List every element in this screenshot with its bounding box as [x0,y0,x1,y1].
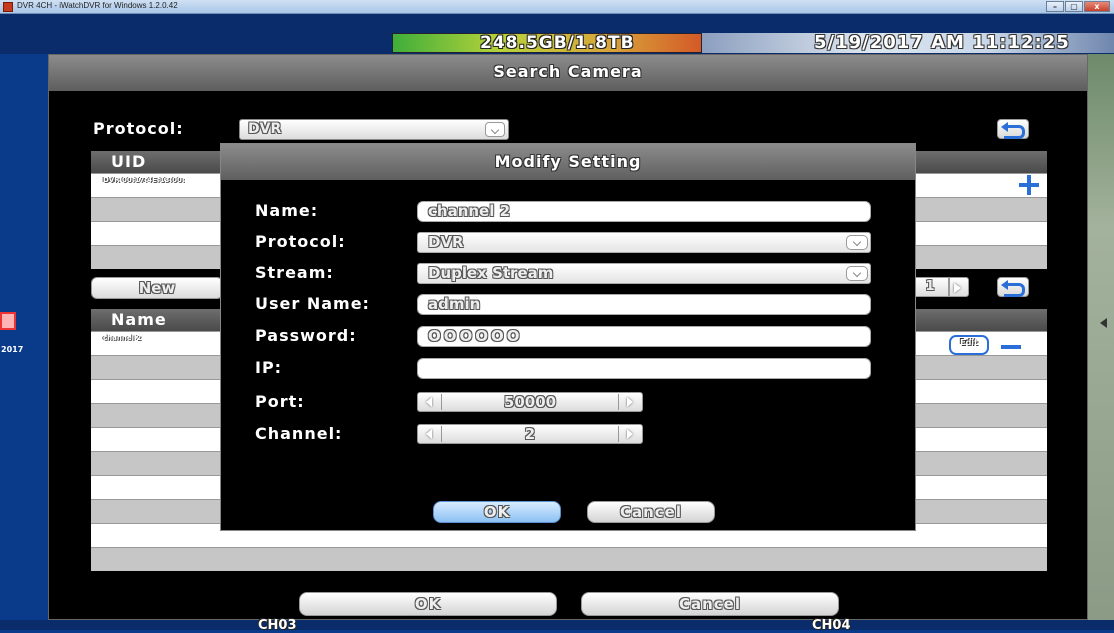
edit-button[interactable]: Edit [949,335,989,355]
channel-label-ch03: CH03 [258,618,297,633]
back-button-2[interactable] [997,277,1029,297]
password-label: Password: [255,326,357,345]
ip-input[interactable] [417,358,871,379]
search-camera-header: Search Camera [49,55,1087,91]
maximize-button[interactable]: ▢ [1065,1,1083,12]
stream-select[interactable]: Duplex Stream [417,263,871,284]
search-camera-title: Search Camera [493,62,643,81]
name-cell: channel 2 [103,334,142,342]
modify-setting-title: Modify Setting [494,152,642,171]
port-stepper[interactable]: 50000 [417,392,643,412]
chevron-down-icon [846,266,868,281]
protocol-select-value: DVR [428,233,464,251]
port-label: Port: [255,392,305,411]
username-label: User Name: [255,294,370,313]
clock-display: 5/19/2017 AM 11:12:25 [814,32,1070,53]
cancel-button[interactable]: Cancel [587,501,715,523]
pager: 1 [911,277,969,297]
hdd-usage-text: 248.5GB/1.8TB [480,33,635,53]
protocol-label: Protocol: [255,232,346,251]
new-button[interactable]: New [91,277,223,299]
next-page-button[interactable] [949,277,969,297]
ip-label: IP: [255,358,283,377]
username-input[interactable]: admin [417,294,871,315]
protocol-select[interactable]: DVR [417,232,871,253]
table-row[interactable] [91,547,1047,571]
minimize-button[interactable]: – [1046,1,1064,12]
protocol-select[interactable]: DVR [239,119,509,140]
channel-value: 2 [524,425,536,443]
left-panel [0,54,48,630]
increment-icon[interactable] [618,394,642,410]
stream-label: Stream: [255,263,334,282]
port-value: 50000 [503,393,557,411]
left-date-label: 2017 [1,345,24,354]
chevron-down-icon [846,235,868,250]
uid-cell: DVR 00:17:4E:13:00: [103,176,185,184]
password-input[interactable]: OOOOOO [417,326,871,347]
stream-select-value: Duplex Stream [428,264,554,282]
increment-icon[interactable] [618,426,642,442]
add-icon[interactable] [1019,175,1039,195]
chevron-down-icon [485,122,505,137]
camera-icon[interactable] [0,312,16,330]
back-button[interactable] [997,119,1029,139]
cancel-button[interactable]: Cancel [581,592,839,616]
window-controls: – ▢ x [1046,1,1110,12]
protocol-label: Protocol: [93,119,184,138]
channel-label: Channel: [255,424,343,443]
window-title: DVR 4CH - iWatchDVR for Windows 1.2.0.42 [17,1,178,10]
bottom-channel-strip [0,620,1114,630]
modify-setting-dialog: Modify Setting Name: channel 2 Protocol:… [220,143,916,531]
modify-setting-header: Modify Setting [221,144,915,180]
ok-button[interactable]: OK [299,592,557,616]
app-icon [3,2,13,12]
close-button[interactable]: x [1084,1,1110,12]
right-arrow-icon[interactable] [1100,318,1107,328]
name-label: Name: [255,201,319,220]
window-titlebar: DVR 4CH - iWatchDVR for Windows 1.2.0.42… [0,0,1114,14]
decrement-icon[interactable] [418,426,442,442]
protocol-select-value: DVR [248,121,282,137]
page-number: 1 [911,277,949,297]
right-camera-preview [1088,54,1114,630]
channel-label-ch04: CH04 [812,618,851,633]
decrement-icon[interactable] [418,394,442,410]
name-input[interactable]: channel 2 [417,201,871,222]
ok-button[interactable]: OK [433,501,561,523]
remove-icon[interactable] [1001,345,1021,349]
channel-stepper[interactable]: 2 [417,424,643,444]
